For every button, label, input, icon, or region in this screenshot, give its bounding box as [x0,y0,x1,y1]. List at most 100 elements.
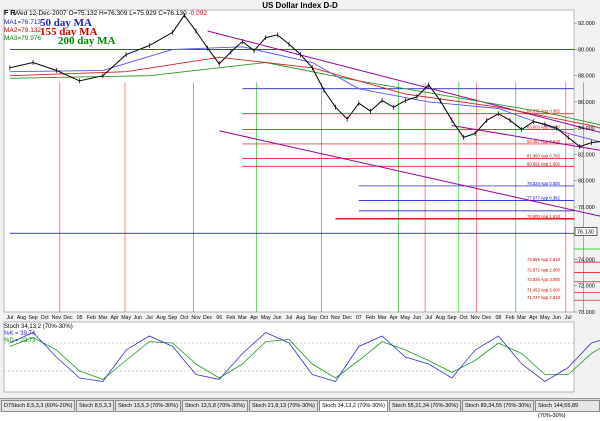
indicator-tab-2[interactable]: Stoch 13,5,3 (70%-30%) [115,400,181,412]
indicator-tab-6[interactable]: Stoch 55,21,34 (70%-30%) [389,400,462,412]
indicator-tab-5[interactable]: Stoch 34,13,2 (70%-30%) [319,400,388,412]
time-label-47: Jun [552,315,560,321]
time-label-9: Apr [110,315,118,321]
time-label-0: Jul [6,315,13,321]
projection-label-14: 72.872 App 2.000 [527,268,561,273]
price-header: Wed 12-Dec-2007 O=75.132 H=76.309 L=75.9… [14,10,207,17]
ma2-value: =79.132 [17,27,42,34]
ma1-readout: MA1=76.713 [4,19,41,26]
time-label-33: Apr [390,315,398,321]
time-label-28: Nov [331,315,341,321]
time-label-7: Feb [87,315,96,321]
projection-label-5: 81.360 App 0.786 [527,153,561,158]
time-label-35: Jun [413,315,421,321]
time-label-27: Oct [320,315,329,321]
time-label-25: Aug [296,315,305,321]
time-label-32: Mar [378,315,387,321]
time-label-17: Dec [203,315,213,321]
ma200-label: 200 day MA [58,35,116,47]
time-label-19: Feb [226,315,235,321]
header-date: Wed 12-Dec-2007 [14,10,67,17]
stoch-title: Stoch 34,13,2 (70%-30%) [4,324,73,330]
ma1-name: MA1 [4,19,18,26]
price-tick-label-2: 88.000 [578,74,595,80]
time-label-42: 08 [495,315,501,321]
price-tick-label-0: 92.000 [578,21,595,27]
price-tick-label-5: 82.000 [578,152,595,158]
price-tick-label-6: 80.000 [578,179,595,185]
time-label-11: Jun [134,315,142,321]
stoch-legend: Stoch 34,13,2 (70%-30%) %K = 39.74 %D = … [4,324,73,345]
time-label-48: Jul [565,315,572,321]
time-label-43: Feb [506,315,515,321]
time-label-41: Dec [482,315,492,321]
projection-label-13: 73.659 App 2.618 [527,257,561,262]
time-label-36: Jul [425,315,432,321]
time-label-18: 06 [216,315,222,321]
header-close: 76.130 [166,10,187,17]
indicator-tab-0[interactable]: D7Stoch 8,5,3,3 (60%-20%) [1,400,76,412]
price-tick-label-1: 90.000 [578,47,595,53]
price-tick-label-4: 84.000 [578,126,595,132]
time-label-6: 05 [77,315,83,321]
header-low: 75.929 [136,10,157,17]
projection-label-10: 76.800 App 1.618 [527,214,561,219]
indicator-tab-1[interactable]: Stoch 8,5,3,3 [76,400,115,412]
time-label-2: Sep [28,315,37,321]
time-label-30: 07 [356,315,362,321]
time-label-45: Apr [529,315,537,321]
indicator-tabbar: ◂ ▸ D7Stoch 8,5,3,3 (60%-20%)Stoch 8,5,3… [0,398,600,419]
projection-label-6: 80.991 App 1.000 [527,161,561,166]
price-tick-label-9: 74.000 [578,257,595,263]
price-pane [3,9,575,313]
indicator-tab-3[interactable]: Stoch 13,5,8 (70%-30%) [182,400,248,412]
time-label-14: Sep [168,315,177,321]
header-high: 76.309 [107,10,128,17]
indicator-tab-8[interactable]: Stoch 144,55,89 (70%-30%) [535,400,600,419]
time-label-21: Apr [250,315,258,321]
projection-label-2: 84.675 App 0.382 [527,109,561,114]
time-label-29: Dec [343,315,353,321]
time-label-20: Mar [238,315,247,321]
ma2-readout: MA2=79.132 [4,27,41,34]
time-label-12: Jul [146,315,153,321]
ma3-name: MA3 [4,35,18,42]
price-tick-label-11: 70.000 [578,310,595,316]
ma1-value: =76.713 [17,19,42,26]
price-tick-label-3: 86.000 [578,100,595,106]
projection-label-16: 71.453 App 3.000 [527,287,561,292]
time-label-4: Nov [52,315,62,321]
indicator-tab-4[interactable]: Stoch 21,8,13 (70%-30%) [249,400,318,412]
time-label-26: Sep [308,315,317,321]
time-label-24: Jul [286,315,293,321]
time-label-1: Aug [17,315,26,321]
time-label-16: Nov [191,315,201,321]
time-label-23: Jun [273,315,281,321]
time-label-3: Oct [41,315,50,321]
time-label-15: Oct [180,315,189,321]
time-label-37: Aug [436,315,445,321]
chart-title: US Dollar Index D-D [262,1,338,10]
ma3-readout: MA3=79.976 [4,35,41,42]
last-price-label: 76.130 [577,230,594,236]
time-label-5: Dec [63,315,73,321]
time-label-31: Feb [366,315,375,321]
header-open: 75.132 [77,10,98,17]
indicator-tab-7[interactable]: Stoch 89,34,55 (70%-30%) [462,400,535,412]
time-label-10: May [121,315,131,321]
projection-label-7: 78.524 App 0.500 [527,181,561,186]
time-label-8: Mar [98,315,107,321]
price-tick-label-7: 78.000 [578,205,595,211]
time-label-44: Mar [517,315,526,321]
time-label-40: Nov [471,315,481,321]
stoch-pane [3,321,575,393]
ma2-name: MA2 [4,27,18,34]
time-label-46: May [540,315,550,321]
chart-window: 84.675 App 0.382 83.603 App 0.500 82.487 A… [0,0,600,419]
price-tick-label-10: 72.000 [578,284,595,290]
time-label-39: Oct [459,315,468,321]
time-label-13: Aug [156,315,165,321]
stoch-k: %K = 39.74 [4,331,36,337]
chart-canvas[interactable]: 84.675 App 0.38283.603 App 0.50082.487 A… [0,0,600,411]
projection-label-17: 71.747 App 2.618 [527,295,561,300]
